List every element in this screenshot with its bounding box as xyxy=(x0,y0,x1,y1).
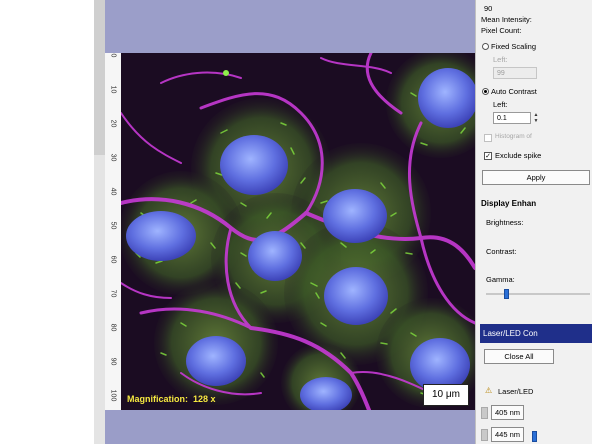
left-label: Left: xyxy=(493,100,508,109)
ruler-label: 50 xyxy=(109,221,117,230)
image-view-top-margin xyxy=(105,0,475,53)
pixel-count-label: Pixel Count: xyxy=(481,26,522,35)
laser-led-control-header[interactable]: Laser/LED Con xyxy=(480,324,592,343)
ruler-label: 100 xyxy=(109,389,117,402)
auto-left-input[interactable]: 0.1 xyxy=(493,112,531,124)
ruler-label: 20 xyxy=(109,119,117,128)
display-enhance-header: Display Enhan xyxy=(481,199,537,208)
apply-button[interactable]: Apply xyxy=(482,170,590,185)
left-spinner-icon[interactable]: ▲ ▼ xyxy=(532,112,540,125)
left-label-disabled: Left: xyxy=(493,55,508,64)
ruler-label: 30 xyxy=(109,153,117,162)
ruler-label: 40 xyxy=(109,187,117,196)
left-scrollbar[interactable] xyxy=(94,0,105,155)
gamma-slider-track[interactable] xyxy=(486,293,590,295)
fixed-left-input[interactable]: 99 xyxy=(493,67,537,79)
laser-405-indicator xyxy=(481,407,488,419)
histogram-label: Histogram of xyxy=(495,133,532,140)
ruler-label: 80 xyxy=(109,323,117,332)
auto-contrast-label: Auto Contrast xyxy=(491,87,537,96)
scale-bar-label: 10 μm xyxy=(423,384,469,406)
image-settings-panel: 90 Mean Intensity: Pixel Count: Fixed Sc… xyxy=(475,0,592,444)
gamma-slider-thumb[interactable] xyxy=(504,289,509,299)
magnification-value: 128 x xyxy=(193,394,216,404)
ruler-label: 90 xyxy=(109,357,117,366)
vertical-ruler: 0 10 20 30 40 50 60 70 80 90 100 xyxy=(105,53,122,410)
magnification-label: Magnification: 128 x xyxy=(127,394,216,404)
microscopy-image[interactable]: Magnification: 128 x 10 μm xyxy=(121,53,475,410)
histogram-checkbox[interactable] xyxy=(484,134,492,142)
auto-contrast-radio[interactable] xyxy=(482,88,489,95)
contrast-label: Contrast: xyxy=(486,247,517,256)
mean-intensity-label: Mean Intensity: xyxy=(481,15,532,24)
laser-445-button[interactable]: 445 nm xyxy=(491,427,524,442)
ruler-label: 10 xyxy=(109,85,117,94)
fixed-scaling-label: Fixed Scaling xyxy=(491,42,537,51)
laser-445-slider-thumb[interactable] xyxy=(532,431,537,442)
stat-value: 90 xyxy=(484,4,493,13)
magnification-caption: Magnification: xyxy=(127,394,188,404)
close-all-button[interactable]: Close All xyxy=(484,349,554,364)
brightness-label: Brightness: xyxy=(486,218,524,227)
gamma-label: Gamma: xyxy=(486,275,515,284)
ruler-label: 60 xyxy=(109,255,117,264)
fixed-scaling-radio[interactable] xyxy=(482,43,489,50)
fluorescence-cells-graphic xyxy=(121,53,475,410)
laser-led-label: Laser/LED xyxy=(498,387,534,396)
warning-icon: ⚠ xyxy=(485,386,493,395)
image-view-bottom-margin xyxy=(105,410,475,444)
exclude-spikes-label: Exclude spike xyxy=(495,151,542,160)
exclude-spikes-checkbox[interactable]: ✓ xyxy=(484,152,492,160)
laser-445-indicator xyxy=(481,429,488,441)
ruler-label: 70 xyxy=(109,289,117,298)
ruler-label: 0 xyxy=(109,53,117,58)
laser-405-button[interactable]: 405 nm xyxy=(491,405,524,420)
